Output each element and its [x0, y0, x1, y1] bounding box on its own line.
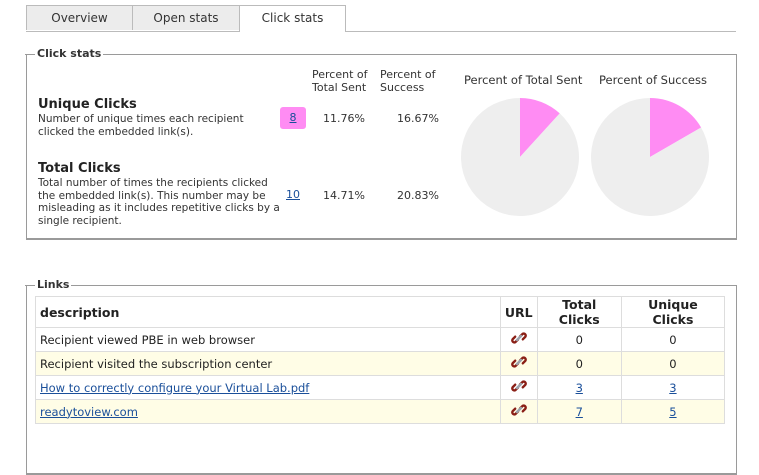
unique-clicks-value[interactable]: 3: [669, 381, 676, 395]
url-cell[interactable]: [499, 399, 538, 424]
total-clicks-cell[interactable]: 7: [536, 399, 622, 424]
col-total-clicks: Total Clicks: [536, 296, 622, 328]
unique-pct-total-sent: 11.76%: [323, 112, 365, 125]
chain-link-icon[interactable]: [510, 332, 527, 349]
total-pct-success: 20.83%: [397, 189, 439, 202]
total-clicks-value[interactable]: 7: [576, 405, 583, 419]
unique-clicks-count[interactable]: 8: [290, 111, 297, 124]
link-description-text[interactable]: readytoview.com: [40, 405, 138, 419]
unique-clicks-cell: 0: [620, 351, 726, 376]
unique-clicks-cell: 0: [620, 327, 726, 352]
link-description[interactable]: How to correctly configure your Virtual …: [35, 375, 501, 400]
links-header-row: description URL Total Clicks Unique Clic…: [35, 296, 726, 328]
link-description-text[interactable]: How to correctly configure your Virtual …: [40, 381, 309, 395]
header-percent-total-sent: Percent of Total Sent: [312, 68, 368, 94]
links-legend: Links: [24, 278, 72, 292]
unique-clicks-cell[interactable]: 3: [620, 375, 726, 400]
tab-click-stats[interactable]: Click stats: [239, 5, 346, 32]
col-url: URL: [499, 296, 538, 328]
tab-open-stats[interactable]: Open stats: [132, 5, 240, 30]
pie-chart-total-sent: [461, 98, 579, 216]
col-description: description: [35, 296, 501, 328]
link-description-text: Recipient visited the subscription cente…: [40, 356, 273, 371]
links-panel: Links description URL Total Clicks Uniqu…: [24, 278, 737, 475]
link-description: Recipient visited the subscription cente…: [35, 351, 501, 376]
unique-clicks-value[interactable]: 5: [669, 405, 676, 419]
pie-slice-remaining: [461, 98, 579, 216]
url-cell[interactable]: [499, 327, 538, 352]
chart-title-total-sent: Percent of Total Sent: [464, 73, 583, 87]
total-clicks-cell[interactable]: 3: [536, 375, 622, 400]
table-row: Recipient viewed PBE in web browser 0 0: [35, 327, 726, 352]
pie-chart-success: [591, 98, 709, 216]
tab-overview[interactable]: Overview: [26, 5, 133, 30]
unique-pct-success: 16.67%: [397, 112, 439, 125]
unique-clicks-cell[interactable]: 5: [620, 399, 726, 424]
chain-link-icon[interactable]: [510, 380, 527, 397]
table-row: How to correctly configure your Virtual …: [35, 375, 726, 400]
unique-clicks-value: 0: [669, 332, 677, 347]
link-description-text: Recipient viewed PBE in web browser: [40, 332, 255, 347]
total-clicks-count-wrap[interactable]: 10: [286, 188, 300, 201]
col-unique-clicks: Unique Clicks: [620, 296, 726, 328]
tab-bar: Overview Open stats Click stats: [26, 5, 736, 32]
unique-clicks-title: Unique Clicks: [38, 97, 137, 112]
total-clicks-title: Total Clicks: [38, 161, 121, 176]
header-percent-success: Percent of Success: [380, 68, 436, 94]
table-row: Recipient visited the subscription cente…: [35, 351, 726, 376]
total-clicks-count[interactable]: 10: [286, 188, 300, 201]
click-stats-panel: Click stats Percent of Total Sent Percen…: [24, 47, 737, 240]
unique-clicks-count-badge[interactable]: 8: [280, 107, 306, 129]
total-clicks-description: Total number of times the recipients cli…: [38, 177, 280, 227]
chain-link-icon[interactable]: [510, 356, 527, 373]
unique-clicks-description: Number of unique times each recipient cl…: [38, 113, 244, 138]
links-table: description URL Total Clicks Unique Clic…: [35, 296, 726, 424]
url-cell[interactable]: [499, 351, 538, 376]
chart-title-success: Percent of Success: [599, 73, 707, 87]
link-description: Recipient viewed PBE in web browser: [35, 327, 501, 352]
click-stats-legend: Click stats: [24, 47, 104, 61]
total-clicks-cell: 0: [536, 327, 622, 352]
url-cell[interactable]: [499, 375, 538, 400]
total-clicks-value: 0: [575, 356, 583, 371]
total-clicks-value[interactable]: 3: [576, 381, 583, 395]
total-clicks-value: 0: [575, 332, 583, 347]
unique-clicks-value: 0: [669, 356, 677, 371]
total-clicks-cell: 0: [536, 351, 622, 376]
link-description[interactable]: readytoview.com: [35, 399, 501, 424]
total-pct-total-sent: 14.71%: [323, 189, 365, 202]
chain-link-icon[interactable]: [510, 404, 527, 421]
table-row: readytoview.com 7 5: [35, 399, 726, 424]
